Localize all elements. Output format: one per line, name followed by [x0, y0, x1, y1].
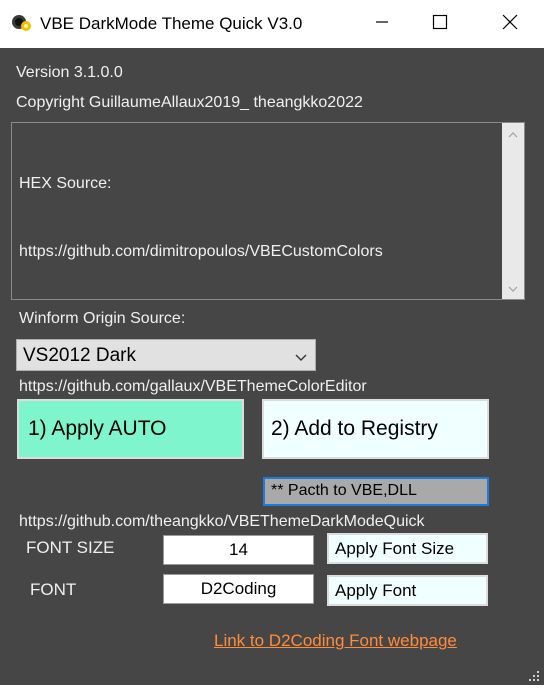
scroll-down-button[interactable] [502, 277, 524, 299]
source-line: Winform Origin Source: [19, 310, 186, 327]
copyright-label: Copyright GuillaumeAllaux2019_ theangkko… [16, 94, 363, 111]
source-line: HEX Source: [19, 175, 112, 192]
theme-selected-value: VS2012 Dark [23, 345, 137, 366]
version-label: Version 3.1.0.0 [16, 64, 123, 81]
scroll-up-button[interactable] [502, 123, 524, 145]
window-title: VBE DarkMode Theme Quick V3.0 [40, 14, 303, 33]
main-window: VBE DarkMode Theme Quick V3.0 Version 3.… [0, 0, 544, 685]
chevron-up-icon [508, 125, 518, 143]
source-line: https://github.com/dimitropoulos/VBECust… [19, 242, 383, 260]
maximize-icon [432, 14, 448, 35]
resize-grip-icon[interactable] [525, 667, 541, 683]
close-icon [502, 14, 518, 35]
maximize-button[interactable] [410, 0, 470, 48]
apply-auto-button[interactable]: 1) Apply AUTO [17, 399, 244, 459]
font-label: FONT [30, 580, 77, 599]
apply-font-button[interactable]: Apply Font [327, 575, 488, 606]
close-button[interactable] [480, 0, 540, 48]
add-to-registry-button[interactable]: 2) Add to Registry [262, 399, 489, 459]
apply-font-size-button[interactable]: Apply Font Size [327, 533, 488, 564]
sources-textbox[interactable]: HEX Source: https://github.com/dimitropo… [11, 122, 525, 530]
theme-dropdown[interactable]: VS2012 Dark [16, 339, 316, 371]
vbe-app-icon [11, 13, 33, 33]
minimize-icon [375, 15, 389, 34]
font-input[interactable]: D2Coding [163, 574, 314, 604]
vertical-scrollbar[interactable] [502, 123, 524, 299]
patch-vbe-dll-button[interactable]: ** Pacth to VBE,DLL [263, 477, 489, 506]
source-line: https://github.com/theangkko/VBEThemeDar… [19, 512, 425, 530]
source-line: https://github.com/gallaux/VBEThemeColor… [19, 377, 367, 395]
chevron-down-icon [295, 349, 307, 367]
minimize-button[interactable] [352, 0, 412, 48]
d2coding-font-link[interactable]: Link to D2Coding Font webpage [214, 631, 457, 651]
font-size-input[interactable]: 14 [163, 535, 314, 565]
font-size-label: FONT SIZE [26, 538, 115, 557]
chevron-down-icon [508, 279, 518, 297]
title-bar[interactable]: VBE DarkMode Theme Quick V3.0 [0, 0, 544, 48]
